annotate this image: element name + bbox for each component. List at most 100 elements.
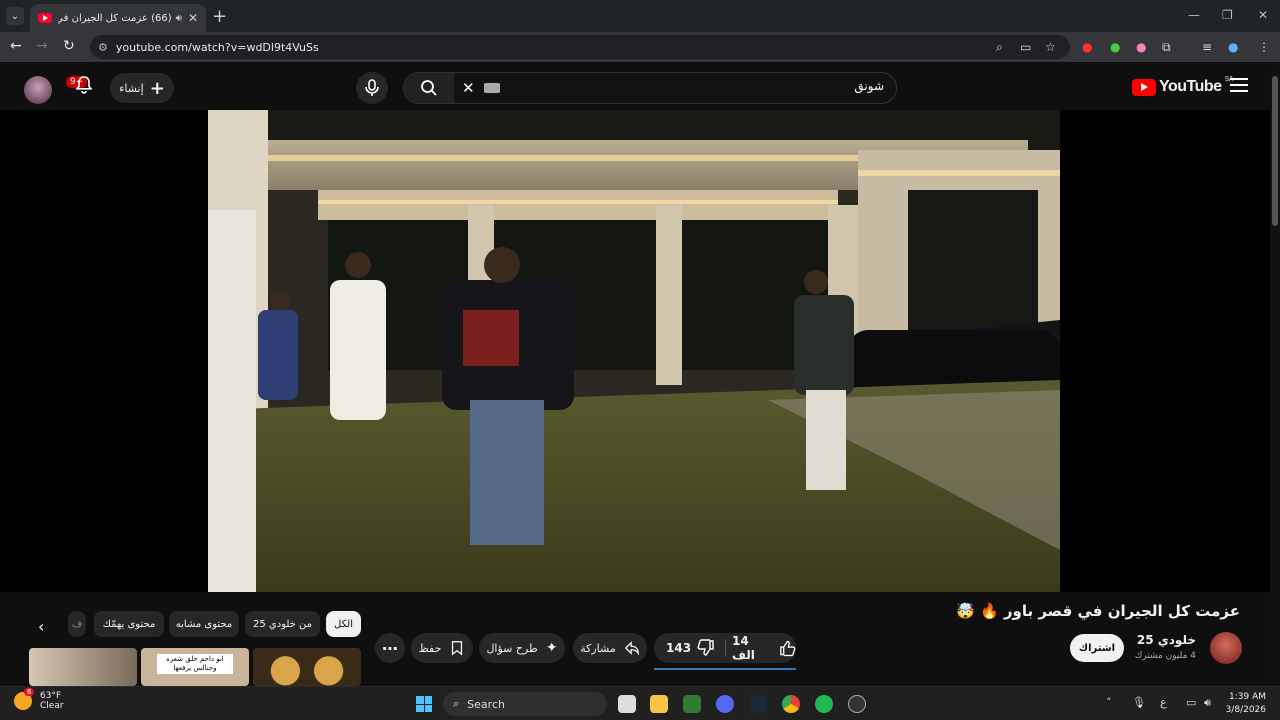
weather-widget[interactable]: 6 63°F Clear — [14, 688, 64, 711]
voice-search-button[interactable] — [356, 72, 388, 104]
chip-for-you[interactable]: محتوى يهمّك — [94, 611, 164, 637]
reload-icon[interactable]: ↻ — [63, 38, 75, 54]
like-divider — [725, 639, 726, 657]
bookmark-icon — [452, 641, 463, 656]
youtube-logo[interactable]: YouTube SA — [1132, 76, 1234, 96]
search-box: ✕ — [403, 72, 897, 104]
language-indicator[interactable]: ع — [1160, 696, 1167, 709]
youtube-header: 9+ إنشاء + ✕ YouTube SA — [0, 66, 1280, 110]
audio-icon[interactable]: 🔊︎ — [176, 13, 182, 24]
minimize-icon[interactable]: — — [1188, 8, 1200, 22]
chips-prev-arrow-icon[interactable]: ‹ — [38, 617, 44, 636]
channel-name[interactable]: خلودي 25 — [1137, 633, 1196, 647]
browser-toolbar: ← → ↻ ⚙ youtube.com/watch?v=wdDl9t4VuSs … — [0, 32, 1280, 62]
page-scrollbar[interactable] — [1270, 66, 1280, 686]
more-actions-button[interactable]: ⋯ — [375, 633, 405, 663]
tray-overflow-icon[interactable]: ˄ — [1106, 696, 1112, 709]
tab-title: (66) عزمت كل الجيران في قصـ — [58, 12, 172, 24]
site-info-icon[interactable]: ⚙ — [98, 41, 108, 54]
steam-icon[interactable] — [749, 695, 767, 713]
profile-icon[interactable]: ● — [1228, 40, 1238, 54]
ask-label: طرح سؤال — [486, 641, 538, 655]
tab-close-icon[interactable]: ✕ — [188, 11, 198, 25]
save-button[interactable]: حفظ — [411, 633, 473, 663]
hamburger-menu-icon[interactable] — [1230, 78, 1248, 96]
dislike-button[interactable]: 143 — [666, 633, 715, 663]
address-bar[interactable]: ⚙ youtube.com/watch?v=wdDl9t4VuSs — [90, 35, 1070, 59]
back-icon[interactable]: ← — [10, 38, 22, 54]
recommended-thumbnail[interactable] — [253, 648, 361, 686]
chip-related[interactable]: محتوى مشابه — [169, 611, 239, 637]
search-icon — [421, 80, 437, 96]
file-explorer-icon[interactable] — [650, 695, 668, 713]
browser-tabstrip: ⌄ (66) عزمت كل الجيران في قصـ 🔊︎ ✕ + — ❐… — [0, 0, 1280, 32]
chip-all[interactable]: الكل — [326, 611, 361, 637]
share-icon — [624, 641, 639, 656]
notifications-bell-icon[interactable] — [75, 76, 93, 98]
temperature: 63°F — [40, 691, 62, 701]
thumbs-down-icon — [697, 639, 714, 656]
bookmark-star-icon[interactable]: ☆ — [1045, 40, 1056, 54]
network-icon[interactable]: ▭ — [1186, 696, 1196, 709]
video-frame[interactable] — [208, 110, 1060, 592]
tray-mic-icon[interactable]: 🎙︎ — [1132, 696, 1146, 709]
chip-from-channel[interactable]: من خلودي 25 — [245, 611, 320, 637]
tab-list-icon[interactable]: ⌄ — [6, 7, 24, 25]
share-button[interactable]: مشاركة — [573, 633, 647, 663]
taskbar-search[interactable]: ⌕ Search — [443, 692, 607, 716]
install-icon[interactable]: ▭ — [1020, 40, 1031, 54]
extension-youtube-icon[interactable]: ● — [1082, 40, 1092, 54]
scrollbar-thumb[interactable] — [1272, 76, 1278, 226]
create-button[interactable]: إنشاء + — [110, 73, 174, 103]
task-view-icon[interactable] — [618, 695, 636, 713]
extensions-puzzle-icon[interactable]: ⧉ — [1162, 40, 1171, 55]
save-label: حفظ — [418, 641, 442, 655]
like-dislike-group: 14 الف 143 — [654, 633, 796, 663]
more-icon: ⋯ — [382, 638, 398, 658]
subscribe-button[interactable]: اشتراك — [1070, 634, 1124, 662]
browser-menu-icon[interactable]: ⋮ — [1258, 40, 1270, 54]
restore-icon[interactable]: ❐ — [1222, 8, 1233, 22]
search-button[interactable] — [404, 73, 454, 103]
youtube-favicon-icon — [38, 13, 52, 23]
windows-taskbar: 6 63°F Clear ⌕ Search ˄ 🎙︎ ع ▭ 🔊︎ 1:39 A… — [0, 686, 1280, 720]
forward-icon[interactable]: → — [36, 38, 48, 54]
video-title: عزمت كل الجيران في قصر باور 🔥 🤯 — [956, 602, 1240, 620]
start-windows-icon[interactable] — [416, 696, 432, 712]
avatar[interactable] — [24, 76, 52, 104]
extension-green-icon[interactable]: ● — [1110, 40, 1120, 54]
url-text: youtube.com/watch?v=wdDl9t4VuSs — [115, 40, 319, 54]
spotify-icon[interactable] — [815, 695, 833, 713]
browser-tab[interactable]: (66) عزمت كل الجيران في قصـ 🔊︎ ✕ — [30, 4, 206, 32]
xbox-icon[interactable] — [683, 695, 701, 713]
taskbar-search-icon: ⌕ — [453, 697, 460, 710]
recommended-thumbnail[interactable]: ابو داحم حلق شعره وجنالس يرفعها — [141, 648, 249, 686]
taskbar-search-label: Search — [467, 697, 505, 711]
like-count: 14 الف — [732, 634, 755, 662]
github-icon[interactable] — [848, 695, 866, 713]
recommended-thumbnail[interactable] — [29, 648, 137, 686]
zoom-icon[interactable]: ⌕ — [996, 40, 1003, 55]
like-progress-underline — [654, 668, 796, 670]
ask-button[interactable]: طرح سؤال ✦ — [479, 633, 565, 663]
channel-avatar[interactable] — [1210, 632, 1242, 664]
discord-icon[interactable] — [716, 695, 734, 713]
weather-moon-icon: 6 — [14, 688, 35, 710]
media-control-icon[interactable]: ≡ — [1202, 40, 1212, 54]
plus-icon: + — [149, 77, 165, 99]
chip-overflow[interactable]: ف — [68, 611, 86, 637]
clock-date: 3/8/2026 — [1225, 705, 1266, 715]
system-clock[interactable]: 1:39 AM 3/8/2026 — [1226, 691, 1266, 717]
volume-icon[interactable]: 🔊︎ — [1204, 696, 1211, 710]
new-tab-icon[interactable]: + — [212, 6, 227, 27]
chrome-icon[interactable] — [782, 695, 800, 713]
close-window-icon[interactable]: ✕ — [1258, 8, 1268, 22]
clear-search-icon[interactable]: ✕ — [462, 79, 475, 97]
search-input[interactable] — [524, 79, 884, 93]
like-button[interactable]: 14 الف — [732, 633, 796, 663]
weather-condition: Clear — [40, 701, 64, 711]
youtube-play-icon — [1132, 78, 1156, 96]
keyboard-icon[interactable] — [484, 83, 500, 93]
extension-icon[interactable]: ● — [1136, 40, 1146, 54]
video-player[interactable] — [0, 110, 1270, 592]
